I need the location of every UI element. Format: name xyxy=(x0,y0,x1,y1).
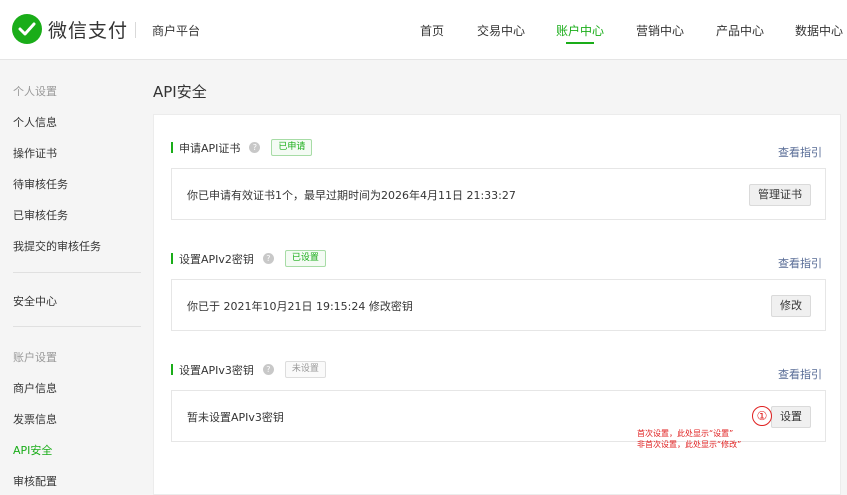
section-accent-bar xyxy=(171,364,173,375)
help-circle-icon[interactable]: ? xyxy=(262,253,274,264)
sidebar-item-my-submitted[interactable]: 我提交的审核任务 xyxy=(13,238,101,254)
section-apiv3-title: 设置APIv3密钥 ? 未设置 xyxy=(171,361,326,378)
nav-account[interactable]: 账户中心 xyxy=(556,22,604,39)
section-accent-bar xyxy=(171,142,173,153)
sidebar-item-personal-info[interactable]: 个人信息 xyxy=(13,114,57,130)
wechat-pay-logo-icon xyxy=(12,14,42,44)
guide-link[interactable]: 查看指引 xyxy=(778,144,822,160)
annotation-line-2: 非首次设置，此处显示“修改” xyxy=(637,440,742,449)
guide-link[interactable]: 查看指引 xyxy=(778,366,822,382)
guide-link[interactable]: 查看指引 xyxy=(778,255,822,271)
sidebar-item-api-security[interactable]: API安全 xyxy=(13,442,52,458)
api-cert-box: 你已申请有效证书1个，最早过期时间为2026年4月11日 21:33:27 管理… xyxy=(171,168,826,220)
sidebar-item-review-config[interactable]: 审核配置 xyxy=(13,473,57,489)
logo-text: 微信支付 xyxy=(48,19,129,42)
logo-divider xyxy=(135,22,136,38)
sidebar-item-invoice-info[interactable]: 发票信息 xyxy=(13,411,57,427)
nav-data[interactable]: 数据中心 xyxy=(795,22,843,39)
set-key-button[interactable]: 设置 xyxy=(771,406,811,428)
nav-transactions[interactable]: 交易中心 xyxy=(477,22,525,39)
status-badge-set: 已设置 xyxy=(284,250,326,267)
section-api-cert-title: 申请API证书 ? 已申请 xyxy=(171,139,313,156)
modify-key-button[interactable]: 修改 xyxy=(771,295,811,317)
logo[interactable]: 微信支付 xyxy=(12,14,128,44)
apiv3-status-text: 暂未设置APIv3密钥 xyxy=(187,411,284,424)
sidebar-group-account: 账户设置 xyxy=(13,351,57,364)
apiv2-box: 你已于 2021年10月21日 19:15:24 修改密钥 修改 xyxy=(171,279,826,331)
top-navbar: 微信支付 商户平台 首页 交易中心 账户中心 营销中心 产品中心 数据中心 xyxy=(0,0,847,60)
api-security-card: 申请API证书 ? 已申请 查看指引 你已申请有效证书1个，最早过期时间为202… xyxy=(153,114,841,495)
status-badge-applied: 已申请 xyxy=(271,139,313,156)
apiv2-status-text: 你已于 2021年10月21日 19:15:24 修改密钥 xyxy=(187,300,413,313)
annotation-marker: ① xyxy=(752,406,772,426)
manage-cert-button[interactable]: 管理证书 xyxy=(749,184,811,206)
help-circle-icon[interactable]: ? xyxy=(249,142,261,153)
sidebar: 个人设置 个人信息 操作证书 待审核任务 已审核任务 我提交的审核任务 安全中心… xyxy=(0,61,141,495)
help-circle-icon[interactable]: ? xyxy=(262,364,274,375)
sidebar-divider xyxy=(13,272,141,273)
nav-home[interactable]: 首页 xyxy=(420,22,444,39)
sidebar-item-pending-tasks[interactable]: 待审核任务 xyxy=(13,176,68,192)
section-title-text: 设置APIv2密钥 xyxy=(179,252,254,266)
page-title: API安全 xyxy=(153,83,207,101)
sidebar-item-merchant-info[interactable]: 商户信息 xyxy=(13,380,57,396)
section-accent-bar xyxy=(171,253,173,264)
section-title-text: 申请API证书 xyxy=(179,141,241,155)
nav-active-indicator xyxy=(566,42,594,44)
nav-marketing[interactable]: 营销中心 xyxy=(636,22,684,39)
nav-products[interactable]: 产品中心 xyxy=(716,22,764,39)
sidebar-divider xyxy=(13,326,141,327)
sidebar-item-reviewed-tasks[interactable]: 已审核任务 xyxy=(13,207,68,223)
status-badge-not-set: 未设置 xyxy=(284,361,326,378)
section-apiv2-title: 设置APIv2密钥 ? 已设置 xyxy=(171,250,326,267)
platform-name: 商户平台 xyxy=(152,24,201,38)
sidebar-item-op-cert[interactable]: 操作证书 xyxy=(13,145,57,161)
sidebar-item-security-center[interactable]: 安全中心 xyxy=(13,293,57,309)
api-cert-status-text: 你已申请有效证书1个，最早过期时间为2026年4月11日 21:33:27 xyxy=(187,189,516,202)
sidebar-group-personal: 个人设置 xyxy=(13,85,57,98)
section-title-text: 设置APIv3密钥 xyxy=(179,363,254,377)
annotation-line-1: 首次设置，此处显示“设置” xyxy=(637,429,734,438)
